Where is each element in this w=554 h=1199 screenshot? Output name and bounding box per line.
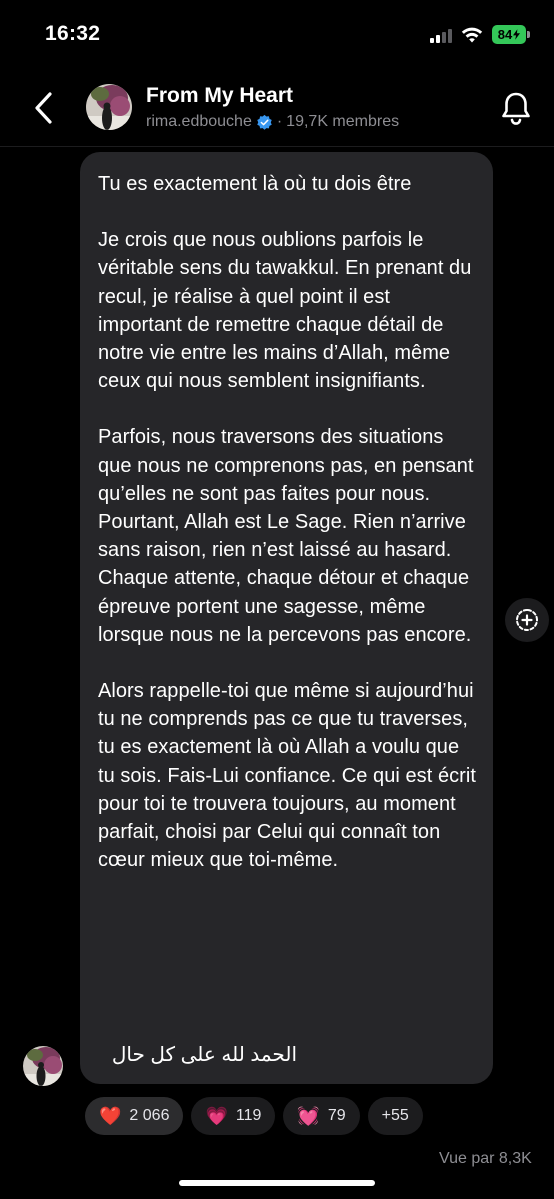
reaction-red-heart[interactable]: ❤️ 2 066 xyxy=(85,1097,184,1135)
reactions-bar: ❤️ 2 066 💗 119 💓 79 +55 xyxy=(85,1097,423,1135)
beating-heart-icon: 💓 xyxy=(297,1106,320,1126)
channel-avatar[interactable] xyxy=(86,84,132,130)
home-indicator[interactable] xyxy=(179,1180,375,1186)
sender-avatar[interactable] xyxy=(23,1046,63,1086)
cellular-signal-icon xyxy=(430,27,456,43)
battery-icon: 84 xyxy=(492,25,526,44)
message-paragraph: Alors rappelle-toi que même si aujourd’h… xyxy=(98,680,476,872)
message-bubble[interactable]: Tu es exactement là où tu dois être Je c… xyxy=(80,152,493,1084)
red-heart-icon: ❤️ xyxy=(99,1106,122,1126)
status-bar: 16:32 84 xyxy=(0,0,554,70)
reaction-count: 79 xyxy=(327,1107,346,1124)
channel-title[interactable]: From My Heart xyxy=(146,84,293,108)
header-divider xyxy=(0,146,554,147)
verified-badge-icon xyxy=(257,114,272,130)
add-reaction-button[interactable] xyxy=(505,598,549,642)
reaction-count: 2 066 xyxy=(129,1107,170,1124)
sparkling-heart-icon: 💗 xyxy=(205,1106,228,1126)
charging-bolt-icon xyxy=(513,29,521,40)
battery-tip xyxy=(527,31,530,38)
battery-level: 84 xyxy=(497,27,513,42)
channel-header: From My Heart rima.edbouche · 19,7K memb… xyxy=(0,70,554,146)
reaction-more[interactable]: +55 xyxy=(367,1097,423,1135)
channel-members: 19,7K membres xyxy=(286,113,400,130)
reaction-sparkling-heart[interactable]: 💗 119 xyxy=(191,1097,276,1135)
screen: 16:32 84 From My Heart rima.edbouche · 1… xyxy=(0,0,554,1199)
bell-icon[interactable] xyxy=(498,88,534,128)
separator-dot: · xyxy=(276,113,283,130)
wifi-icon xyxy=(461,27,483,43)
message-paragraph: Je crois que nous oublions parfois le vé… xyxy=(98,229,472,393)
add-reaction-icon xyxy=(516,609,538,631)
message-paragraph: Parfois, nous traversons des situations … xyxy=(98,426,474,646)
reaction-count: 119 xyxy=(235,1107,262,1124)
message-arabic-line: الحمد لله على كل حال xyxy=(111,1044,297,1066)
reaction-beating-heart[interactable]: 💓 79 xyxy=(283,1097,360,1135)
status-time: 16:32 xyxy=(45,22,101,45)
view-count: Vue par 8,3K xyxy=(439,1150,532,1167)
chevron-left-icon[interactable] xyxy=(28,88,62,128)
reaction-more-count: +55 xyxy=(381,1107,409,1124)
channel-subtitle: rima.edbouche · 19,7K membres xyxy=(146,113,399,131)
channel-username[interactable]: rima.edbouche xyxy=(146,113,252,131)
message-paragraph: Tu es exactement là où tu dois être xyxy=(98,173,412,195)
